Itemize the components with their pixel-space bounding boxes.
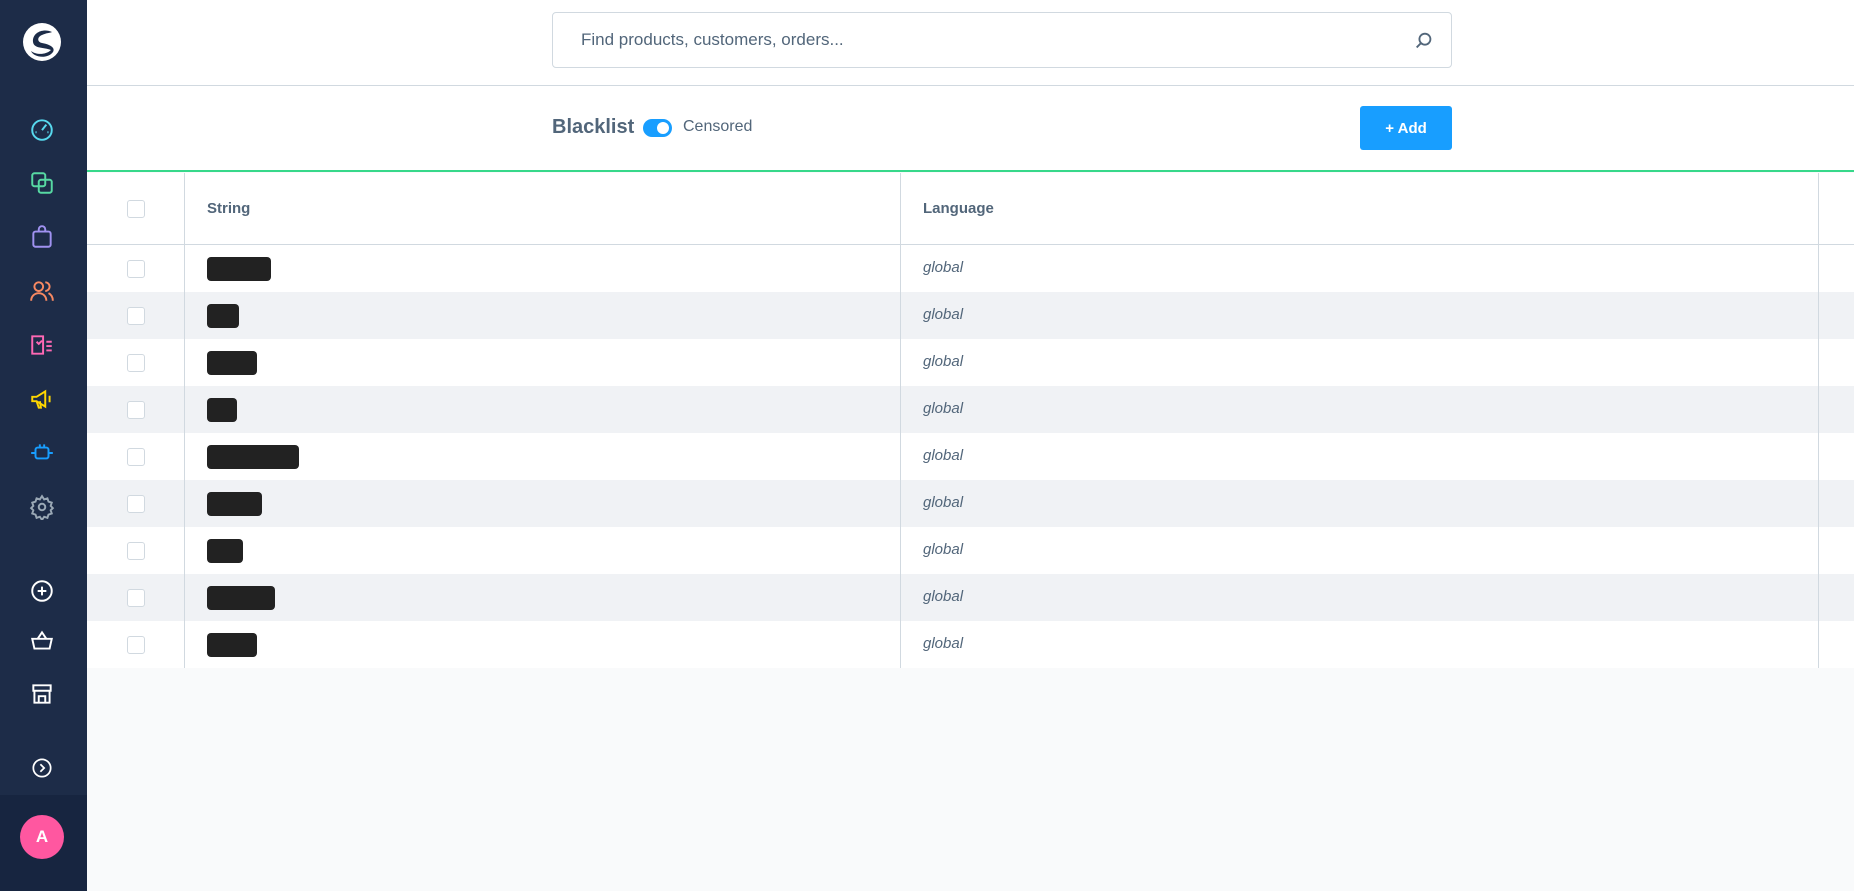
redacted-string [207, 303, 239, 328]
table-row[interactable]: global [87, 433, 1854, 480]
orders-icon[interactable] [28, 223, 56, 251]
row-checkbox[interactable] [127, 541, 145, 560]
select-all-cell [87, 173, 185, 244]
language-value: global [923, 400, 964, 417]
sidebar: A [0, 0, 87, 891]
shopware-logo-icon[interactable] [22, 22, 62, 62]
language-value: global [923, 353, 964, 370]
language-value: global [923, 447, 964, 464]
redacted-string [207, 397, 237, 422]
language-value: global [923, 259, 964, 276]
select-all-checkbox[interactable] [127, 199, 145, 218]
extensions-icon[interactable] [28, 439, 56, 467]
settings-icon[interactable] [28, 493, 56, 521]
language-value: global [923, 306, 964, 323]
redacted-string [207, 632, 257, 657]
row-checkbox[interactable] [127, 447, 145, 466]
table-row[interactable]: global [87, 245, 1854, 292]
content-icon[interactable] [28, 331, 56, 359]
row-checkbox[interactable] [127, 588, 145, 607]
marketing-icon[interactable] [28, 385, 56, 413]
catalogue-icon[interactable] [28, 169, 56, 197]
row-checkbox[interactable] [127, 306, 145, 325]
table-row[interactable]: global [87, 621, 1854, 668]
table-row[interactable]: global [87, 480, 1854, 527]
blacklist-table: String Language global global global glo… [87, 173, 1854, 668]
avatar[interactable]: A [20, 815, 64, 859]
add-button[interactable]: + Add [1360, 106, 1452, 150]
censored-toggle[interactable] [643, 119, 672, 137]
search-bar [552, 12, 1452, 68]
language-value: global [923, 541, 964, 558]
header [87, 0, 1854, 86]
redacted-string [207, 538, 243, 563]
row-checkbox[interactable] [127, 635, 145, 654]
censored-toggle-label: Censored [683, 118, 753, 135]
row-checkbox[interactable] [127, 259, 145, 278]
redacted-string [207, 491, 262, 516]
redacted-string [207, 585, 275, 610]
language-value: global [923, 635, 964, 652]
redacted-string [207, 350, 257, 375]
customers-icon[interactable] [28, 277, 56, 305]
store-icon[interactable] [28, 680, 56, 708]
table-header: String Language [87, 173, 1854, 245]
page-title: Blacklist [552, 116, 635, 138]
table-row[interactable]: global [87, 339, 1854, 386]
add-icon[interactable] [28, 577, 56, 605]
table-row[interactable]: global [87, 527, 1854, 574]
user-area: A [0, 795, 87, 891]
toolbar: Blacklist Censored + Add [87, 86, 1854, 172]
table-row[interactable]: global [87, 386, 1854, 433]
redacted-string [207, 256, 271, 281]
table-row[interactable]: global [87, 292, 1854, 339]
redacted-string [207, 444, 299, 469]
row-checkbox[interactable] [127, 353, 145, 372]
language-value: global [923, 588, 964, 605]
search-input[interactable] [553, 13, 1373, 67]
column-language-header[interactable]: Language [901, 173, 1819, 244]
dashboard-icon[interactable] [28, 115, 56, 143]
basket-icon[interactable] [28, 627, 56, 655]
search-icon[interactable] [1413, 30, 1435, 52]
column-string-header[interactable]: String [185, 173, 901, 244]
row-checkbox[interactable] [127, 400, 145, 419]
language-value: global [923, 494, 964, 511]
row-checkbox[interactable] [127, 494, 145, 513]
collapse-icon[interactable] [28, 754, 56, 782]
table-row[interactable]: global [87, 574, 1854, 621]
